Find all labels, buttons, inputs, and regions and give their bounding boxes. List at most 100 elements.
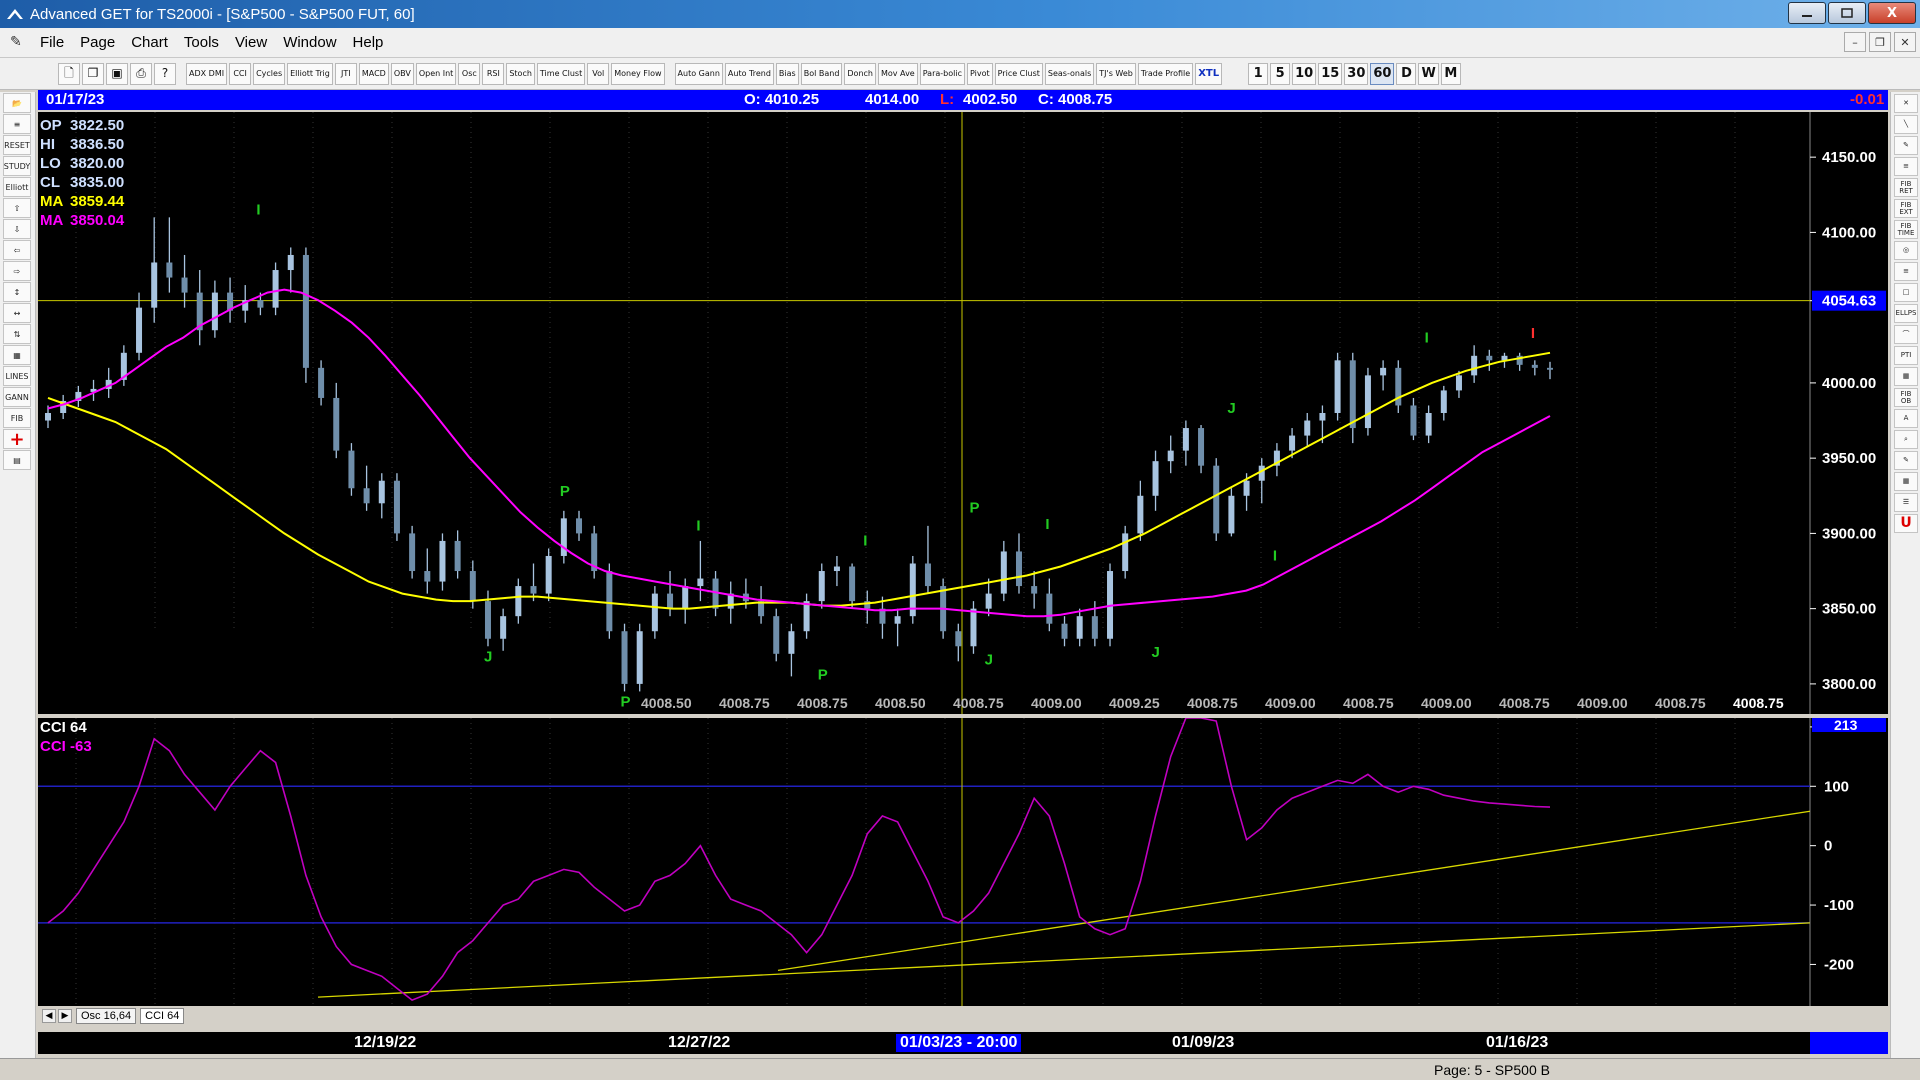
tool-a[interactable]: A [1894,409,1918,428]
tool-button[interactable]: Price Clust [994,62,1043,85]
study-button[interactable]: Cycles [253,62,286,85]
tab-prev-button[interactable]: ◀ [42,1009,56,1023]
tab-cci[interactable]: CCI 64 [140,1008,185,1024]
tool-fib[interactable]: FIB [3,408,31,428]
zoom-tool[interactable]: ↔ [3,303,31,323]
study-button[interactable]: Elliott Trig [287,62,333,85]
study-button[interactable]: Open Int [415,62,457,85]
arc-tool[interactable]: ⌒ [1894,325,1918,344]
tool-lines[interactable]: LINES [3,366,31,386]
ruler-tool[interactable]: ≡ [1894,157,1918,176]
interval-button[interactable]: 60 [1370,62,1395,85]
menu-view[interactable]: View [227,34,275,51]
help-button[interactable]: ? [154,62,176,85]
study-button[interactable]: Osc [458,62,481,85]
tool-button[interactable]: Mov Ave [877,62,918,85]
tab-next-button[interactable]: ▶ [58,1009,72,1023]
interval-button[interactable]: 15 [1318,62,1343,85]
open-tool[interactable]: 📂 [3,93,31,113]
study-button[interactable]: RSI [482,62,505,85]
tool-u[interactable]: U [1894,514,1918,533]
tool-button[interactable]: Para-bolic [919,62,965,85]
tab-osc[interactable]: Osc 16,64 [76,1008,137,1024]
calc-tool[interactable]: ▦ [1894,472,1918,491]
tool-button[interactable]: Pivot [966,62,993,85]
arrow-left-tool[interactable]: ⇦ [3,240,31,260]
mdi-minimize-button[interactable]: – [1844,32,1866,52]
study-button[interactable]: CCI [229,62,252,85]
tool-pti[interactable]: PTI [1894,346,1918,365]
scroll-tool[interactable]: ⇅ [3,324,31,344]
study-button[interactable]: OBV [390,62,414,85]
interval-button[interactable]: 30 [1344,62,1369,85]
study-button[interactable]: ADX DMI [186,62,228,85]
tool-fib-ret[interactable]: FIB RET [1894,178,1918,197]
disk-button[interactable]: ▣ [106,62,128,85]
window-tool[interactable]: ▤ [3,450,31,470]
stack-tool[interactable]: ☰ [1894,493,1918,512]
tool-button[interactable]: Auto Gann [674,62,723,85]
interval-button[interactable]: 1 [1248,62,1269,85]
chart-tool[interactable]: ≡ [3,114,31,134]
line-tool[interactable]: ╲ [1894,115,1918,134]
magnify-tool[interactable]: ⌕ [1894,430,1918,449]
fan-tool[interactable]: ≡ [1894,262,1918,281]
close-button[interactable]: X [1868,2,1916,24]
interval-button[interactable]: M [1440,62,1461,85]
interval-button[interactable]: 5 [1270,62,1291,85]
tool-elliott[interactable]: Elliott [3,177,31,197]
brush-tool[interactable]: ✎ [1894,451,1918,470]
tool-button[interactable]: Seas-onals [1044,62,1095,85]
study-button[interactable]: Money Flow [611,62,665,85]
tool-reset[interactable]: RESET [3,135,31,155]
new-button[interactable]: 🗋 [58,62,80,85]
pen-tool[interactable]: ✎ [1894,136,1918,155]
menu-window[interactable]: Window [275,34,344,51]
study-button[interactable]: JTI [334,62,357,85]
tool-button[interactable]: TJ's Web [1096,62,1136,85]
tool-ellps[interactable]: ELLPS [1894,304,1918,323]
tool-button[interactable]: Auto Trend [724,62,774,85]
copy-button[interactable]: ❐ [82,62,104,85]
tool-fib-ob[interactable]: FIB OB [1894,388,1918,407]
price-chart[interactable]: I J P P I P I P J I J J I I I 4150.00 4100.00 4054.63 4000… [38,112,1888,714]
menu-file[interactable]: File [32,34,72,51]
arrow-right-tool[interactable]: ⇨ [3,261,31,281]
minimize-button[interactable] [1788,2,1826,24]
tool-gann[interactable]: GANN [3,387,31,407]
mdi-restore-button[interactable]: ❐ [1869,32,1891,52]
menu-help[interactable]: Help [345,34,392,51]
menu-page[interactable]: Page [72,34,123,51]
cursor-tool[interactable]: ↕ [3,282,31,302]
grid-tool[interactable]: ▦ [3,345,31,365]
menu-chart[interactable]: Chart [123,34,176,51]
price-chart-panel[interactable]: I J P P I P I P J I J J I I I 4150.00 4100.00 4054.63 4000… [38,112,1888,714]
document-icon[interactable]: ✎ [10,34,26,52]
study-button[interactable]: Stoch [506,62,535,85]
mdi-close-button[interactable]: ✕ [1894,32,1916,52]
box-tool[interactable]: □ [1894,283,1918,302]
tool-button[interactable]: XTL [1195,62,1223,85]
interval-button[interactable]: 10 [1292,62,1317,85]
arrow-down-tool[interactable]: ⇩ [3,219,31,239]
interval-button[interactable]: W [1418,62,1439,85]
cci-chart[interactable]: 2001000-100-200213 [38,717,1888,1006]
arrow-up-tool[interactable]: ⇧ [3,198,31,218]
cci-panel[interactable]: 2001000-100-200213 CCI 64 CCI -63 [38,717,1888,1010]
tool-button[interactable]: Trade Profile [1137,62,1194,85]
spiral-tool[interactable]: ◎ [1894,241,1918,260]
menu-tools[interactable]: Tools [176,34,227,51]
study-button[interactable]: MACD [358,62,389,85]
close-tool-tool[interactable]: ✕ [1894,94,1918,113]
tool-fib-time[interactable]: FIB TIME [1894,220,1918,239]
study-button[interactable]: Vol [587,62,610,85]
print-button[interactable]: ⎙ [130,62,152,85]
tool-button[interactable]: Bias [775,62,799,85]
maximize-button[interactable] [1828,2,1866,24]
tool-study[interactable]: STUDY [3,156,31,176]
tool-button[interactable]: Donch [844,62,876,85]
crosshair-tool[interactable]: + [3,429,31,450]
interval-button[interactable]: D [1396,62,1417,85]
grid-tool[interactable]: ▦ [1894,367,1918,386]
tool-fib-ext[interactable]: FIB EXT [1894,199,1918,218]
